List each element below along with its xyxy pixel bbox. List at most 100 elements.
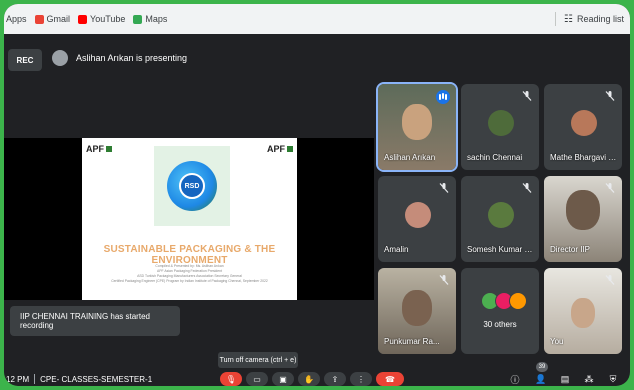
participant-name: Mathe Bhargavi S...: [550, 153, 620, 162]
present-button[interactable]: ⇪: [324, 372, 346, 386]
shield-icon: ⛨: [609, 373, 617, 384]
apf-logo-right: APF: [267, 144, 293, 154]
mic-off-icon: [605, 275, 615, 285]
others-tile[interactable]: 30 others: [461, 268, 539, 354]
participant-name: Somesh Kumar G...: [467, 245, 537, 254]
info-icon: ⓘ: [510, 374, 520, 385]
participant-count-badge: 39: [536, 362, 548, 372]
presentation-slide: APF APF RSD SUSTAINABLE PACKAGING & THE …: [82, 138, 297, 300]
participant-tile[interactable]: Somesh Kumar G...: [461, 176, 539, 262]
bookmark-maps[interactable]: Maps: [133, 14, 167, 24]
leave-call-button[interactable]: ☎: [376, 372, 404, 386]
participant-tile[interactable]: Director IIP: [544, 176, 622, 262]
participant-face: [566, 190, 600, 230]
tooltip-text: Turn off camera (ctrl + e): [219, 356, 297, 364]
presenter-indicator: Aslihan Arıkan is presenting: [52, 50, 187, 66]
mic-off-icon: [439, 183, 449, 193]
participant-avatar: [488, 202, 514, 228]
toast-text: IIP CHENNAI TRAINING has started recordi…: [20, 312, 150, 330]
participant-name: Amalin: [384, 245, 409, 254]
gmail-icon: [34, 14, 44, 24]
hand-icon: ✋: [304, 374, 314, 384]
participant-face: [402, 104, 432, 140]
participant-face: [402, 290, 432, 326]
participant-tile[interactable]: Mathe Bhargavi S...: [544, 84, 622, 170]
app-window: Apps Gmail YouTube Maps ☷ Reading list R…: [4, 4, 630, 386]
recording-toast: IIP CHENNAI TRAINING has started recordi…: [10, 306, 180, 336]
slide-credits: Compiled & Presented by: Ms. Aslihan Arı…: [102, 264, 277, 284]
more-vert-icon: ⋮: [357, 374, 365, 384]
host-controls-button[interactable]: ⛨: [606, 372, 620, 386]
mic-off-icon: [522, 91, 532, 101]
participant-tile[interactable]: sachin Chennai: [461, 84, 539, 170]
others-count: 30 others: [483, 320, 517, 329]
more-options-button[interactable]: ⋮: [350, 372, 372, 386]
bookmark-gmail[interactable]: Gmail: [34, 14, 71, 24]
raise-hand-button[interactable]: ✋: [298, 372, 320, 386]
slide-title: SUSTAINABLE PACKAGING & THE ENVIRONMENT: [103, 244, 276, 266]
mic-toggle-button[interactable]: 🎙: [220, 372, 242, 386]
slide-line: Certified Packaging Engineer (CPE) Progr…: [111, 279, 268, 283]
presenter-text: Aslihan Arıkan is presenting: [76, 53, 188, 63]
logo-text: APF: [86, 144, 104, 154]
logo-text: APF: [267, 144, 285, 154]
meeting-details-button[interactable]: ⓘ: [508, 372, 522, 386]
participant-name: Aslihan Arıkan: [384, 153, 436, 162]
activities-button[interactable]: ⁂: [582, 372, 596, 386]
self-tile[interactable]: You: [544, 268, 622, 354]
meeting-top-bar: REC Aslihan Arıkan is presenting: [4, 44, 630, 76]
people-icon: 👤: [535, 373, 547, 384]
rsd-badge: RSD: [179, 173, 205, 199]
chat-button[interactable]: ▤: [558, 372, 572, 386]
bookmark-label: Apps: [6, 14, 27, 24]
logo-mark-icon: [287, 146, 293, 152]
bookmarks-bar: Apps Gmail YouTube Maps ☷ Reading list: [4, 4, 630, 34]
chat-icon: ▤: [560, 373, 570, 384]
speaking-icon: [436, 90, 450, 104]
presenter-avatar: [52, 50, 68, 66]
bookmark-apps[interactable]: Apps: [6, 14, 27, 24]
people-button[interactable]: 👤: [534, 372, 548, 386]
recording-badge[interactable]: REC: [8, 49, 42, 71]
participant-avatar: [571, 110, 597, 136]
bottom-control-bar: 12 PM CPE- CLASSES-SEMESTER-1 🎙 ▭ ▣ ✋ ⇪ …: [4, 372, 630, 386]
recycle-globe-image: RSD: [154, 146, 230, 226]
meeting-time: 12 PM: [6, 374, 30, 384]
mic-off-icon: [522, 183, 532, 193]
captions-button[interactable]: ▣: [272, 372, 294, 386]
participant-tile[interactable]: Punkumar Ra...: [378, 268, 456, 354]
globe-icon: RSD: [167, 161, 217, 211]
participant-tile[interactable]: Amalin: [378, 176, 456, 262]
participant-avatar: [405, 202, 431, 228]
bookmark-label: YouTube: [90, 14, 126, 24]
bookmark-label: Maps: [145, 14, 168, 24]
bookmark-youtube[interactable]: YouTube: [78, 14, 125, 24]
bookmark-label: Gmail: [46, 14, 71, 24]
reading-list-button[interactable]: ☷ Reading list: [555, 12, 624, 26]
avatar: [509, 292, 527, 310]
divider: [555, 12, 556, 26]
camera-icon: ▭: [253, 374, 261, 384]
activities-icon: ⁂: [584, 373, 594, 384]
mic-off-icon: [439, 275, 449, 285]
mic-off-icon: [605, 183, 615, 193]
divider: [34, 374, 36, 384]
meeting-info: 12 PM CPE- CLASSES-SEMESTER-1: [6, 374, 152, 384]
logo-mark-icon: [106, 146, 112, 152]
participant-name: Punkumar Ra...: [384, 337, 440, 346]
participant-name: Director IIP: [550, 245, 591, 254]
shared-screen: APF APF RSD SUSTAINABLE PACKAGING & THE …: [4, 138, 374, 300]
present-icon: ⇪: [331, 374, 339, 384]
participant-face: [571, 298, 595, 328]
participant-name: sachin Chennai: [467, 153, 523, 162]
reading-list-label: Reading list: [576, 14, 624, 24]
camera-toggle-button[interactable]: ▭: [246, 372, 268, 386]
camera-tooltip: Turn off camera (ctrl + e): [218, 352, 298, 368]
apf-logo-left: APF: [86, 144, 112, 154]
rec-label: REC: [16, 55, 34, 65]
meeting-name: CPE- CLASSES-SEMESTER-1: [40, 374, 153, 384]
hang-up-icon: ☎: [385, 374, 395, 384]
reading-list-icon: ☷: [564, 13, 573, 25]
participant-tile[interactable]: Aslihan Arıkan: [376, 82, 458, 172]
participant-avatar: [488, 110, 514, 136]
